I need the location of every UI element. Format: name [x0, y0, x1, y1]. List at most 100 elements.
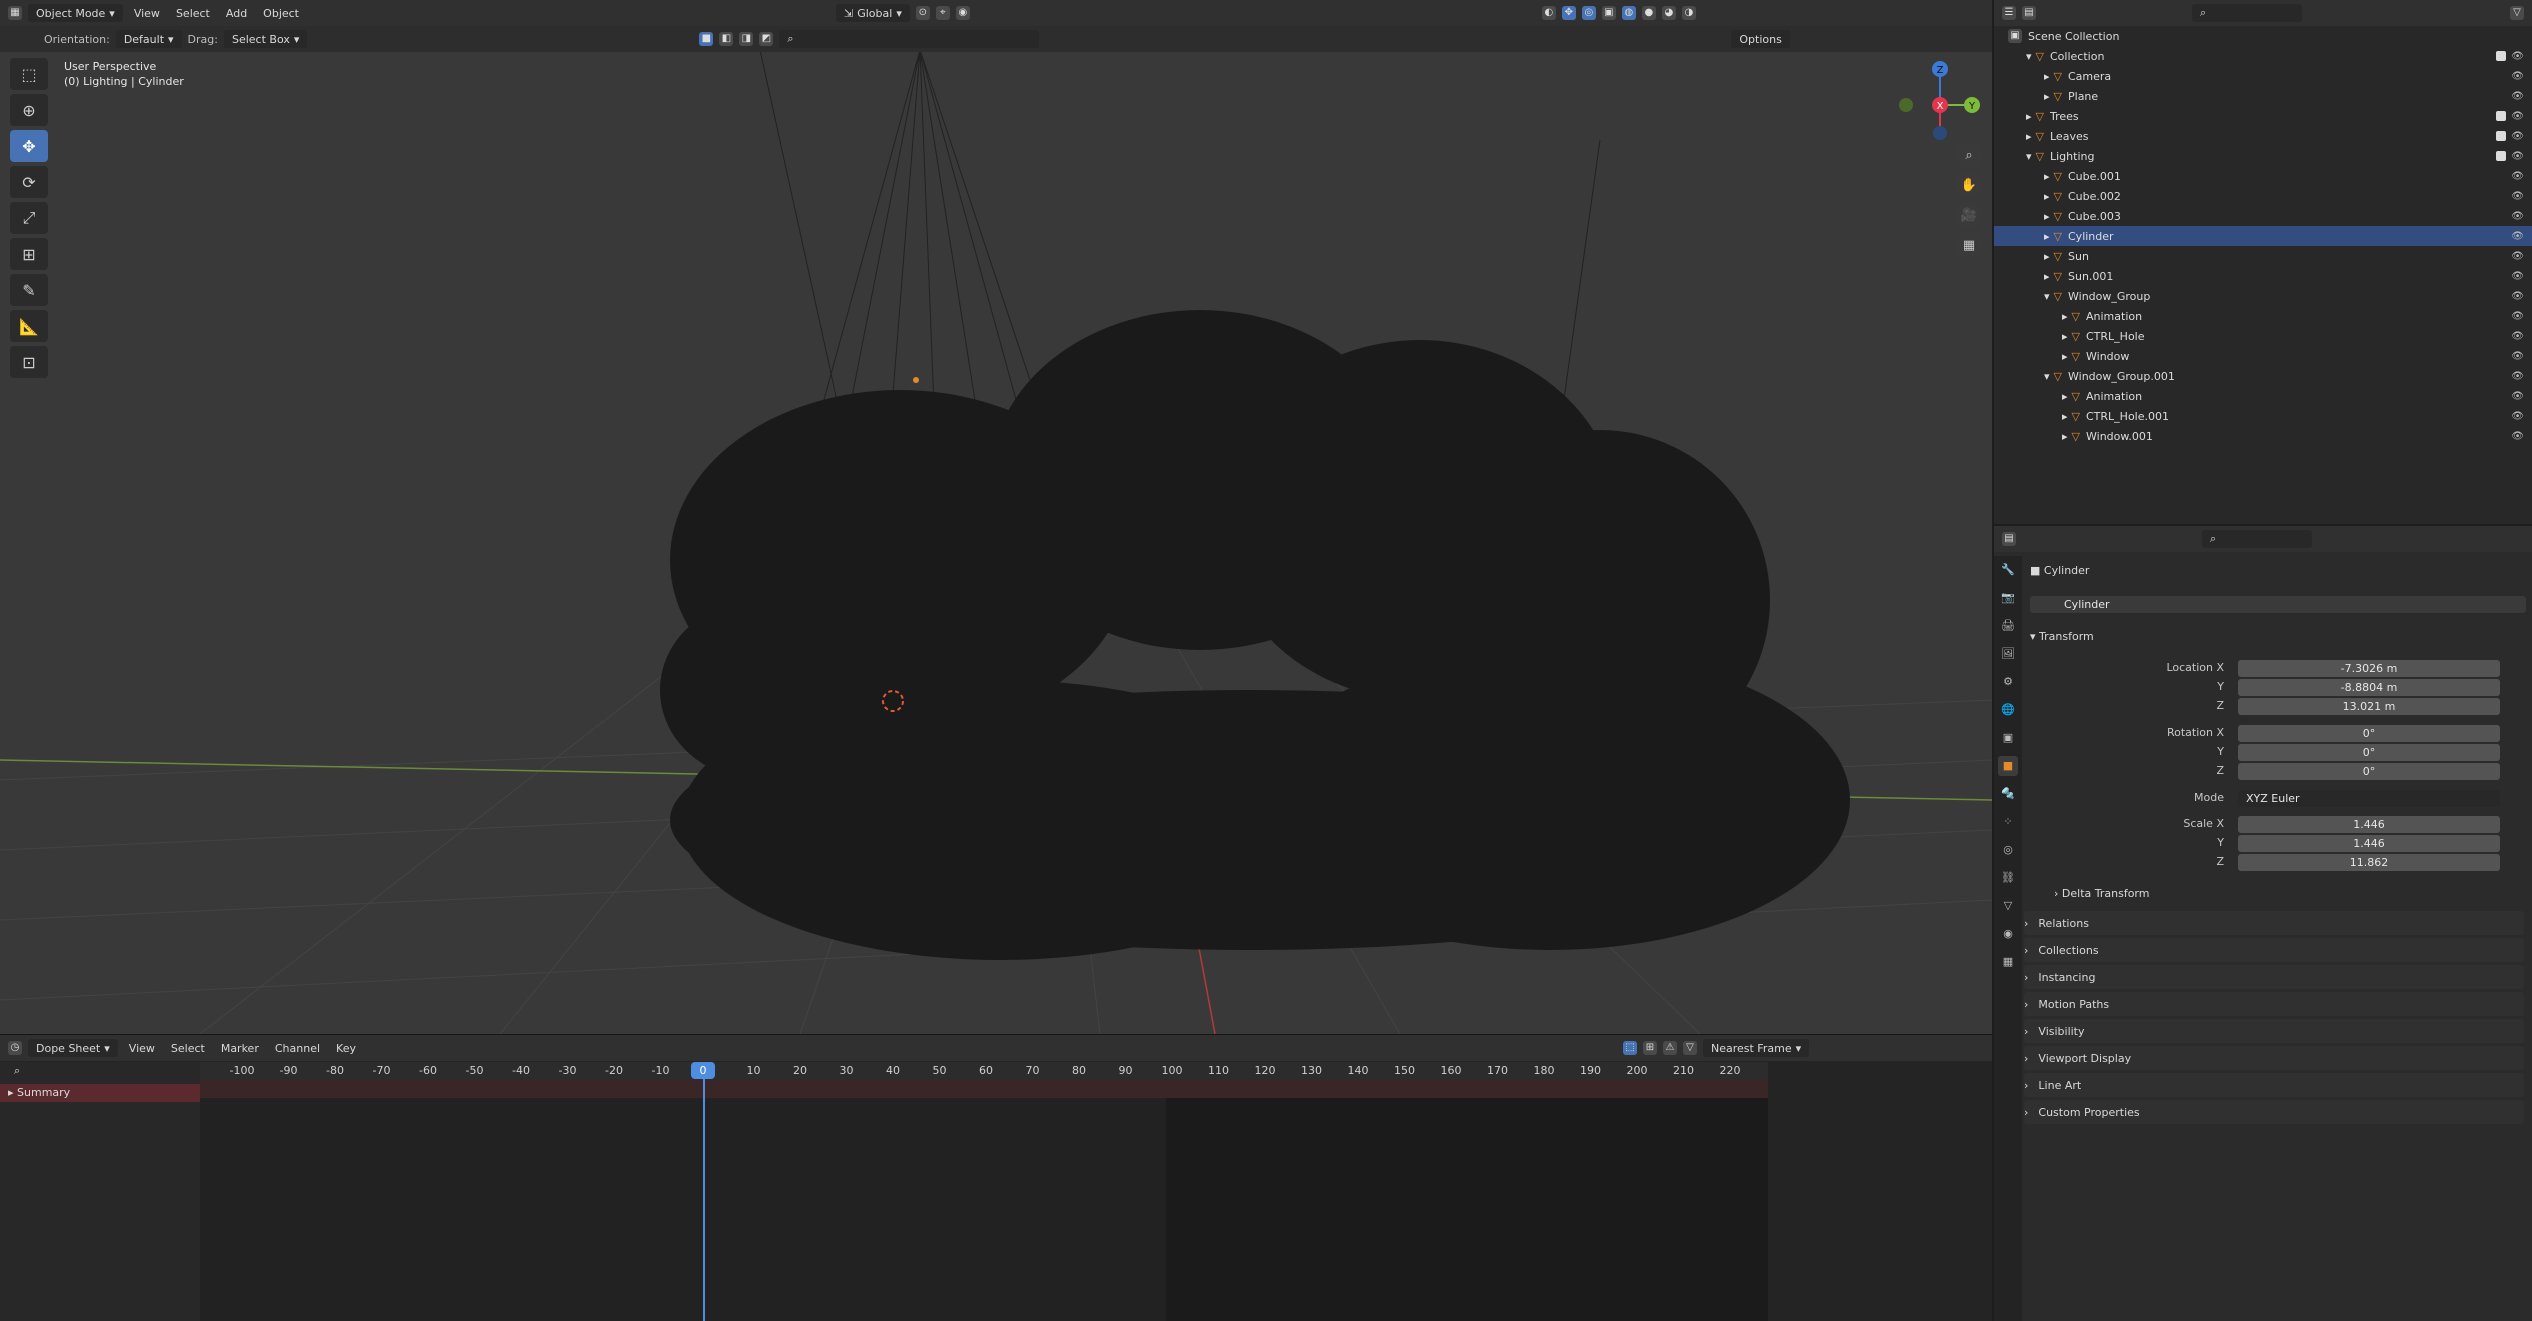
transform-tool[interactable]: ⊞: [10, 238, 48, 270]
pivot-icon[interactable]: ⊙: [915, 6, 930, 20]
disclosure-icon[interactable]: ▸: [2044, 230, 2050, 243]
options-button[interactable]: Options: [1731, 30, 1790, 48]
outliner-item[interactable]: ▸ ▽ Plane 👁: [1994, 86, 2532, 106]
viewport-scene[interactable]: [0, 0, 1992, 1034]
outliner-filter-icon[interactable]: ▽: [2510, 6, 2524, 20]
shading-solid-icon[interactable]: ●: [1641, 6, 1656, 20]
outliner-item[interactable]: ▸ ▽ Cube.003 👁: [1994, 206, 2532, 226]
select-subtract-icon[interactable]: ◨: [739, 32, 754, 46]
ortho-grid-icon[interactable]: ▦: [1956, 232, 1982, 258]
dope-sheet-editor[interactable]: ◷ Dope Sheet ▾ View Select Marker Channe…: [0, 1034, 1992, 1321]
modifier-tab-icon[interactable]: 🔩: [1998, 784, 2018, 804]
rotation-y-field[interactable]: 0°: [2238, 744, 2500, 761]
drag-selector[interactable]: Select Box ▾: [223, 30, 308, 48]
outliner-item[interactable]: ▸ ▽ Window.001 👁: [1994, 426, 2532, 446]
scale-z-field[interactable]: 11.862: [2238, 854, 2500, 871]
disclosure-icon[interactable]: ▸: [2044, 70, 2050, 83]
pan-icon[interactable]: ✋: [1956, 172, 1982, 198]
disclosure-icon[interactable]: ▸: [2062, 350, 2068, 363]
rotation-x-field[interactable]: 0°: [2238, 725, 2500, 742]
show-hidden-icon[interactable]: ⊞: [1642, 1041, 1657, 1055]
visibility-eye-icon[interactable]: 👁: [2511, 191, 2524, 202]
3d-viewport[interactable]: ▦ Object Mode ▾ View Select Add Object ⇲…: [0, 0, 1992, 1034]
output-tab-icon[interactable]: 🖨: [1998, 616, 2018, 636]
outliner-item[interactable]: ▸ ▽ Sun 👁: [1994, 246, 2532, 266]
material-tab-icon[interactable]: ◉: [1998, 924, 2018, 944]
dope-editor-type-icon[interactable]: ◷: [8, 1041, 22, 1055]
viewport-search-input[interactable]: ⌕: [779, 30, 1040, 48]
outliner-editor-icon[interactable]: ☰: [2002, 6, 2016, 20]
property-panel[interactable]: › Custom Properties: [2024, 1100, 2524, 1124]
snap-icon[interactable]: ⌖: [935, 6, 950, 20]
playhead[interactable]: [703, 1062, 705, 1321]
rotation-z-field[interactable]: 0°: [2238, 763, 2500, 780]
dope-menu-channel[interactable]: Channel: [270, 1039, 325, 1057]
outliner-item[interactable]: ▸ ▽ Camera 👁: [1994, 66, 2532, 86]
proportional-edit-icon[interactable]: ◉: [955, 6, 970, 20]
filter-icon[interactable]: ▽: [1682, 1041, 1697, 1055]
location-y-field[interactable]: -8.8804 m: [2238, 679, 2500, 696]
annotate-tool[interactable]: ✎: [10, 274, 48, 306]
outliner-item[interactable]: ▸ ▽ Cube.001 👁: [1994, 166, 2532, 186]
property-panel[interactable]: › Relations: [2024, 911, 2524, 935]
shading-wireframe-icon[interactable]: ◍: [1621, 6, 1636, 20]
select-extend-icon[interactable]: ◧: [719, 32, 734, 46]
outliner-item[interactable]: ▾ ▽ Collection 👁: [1994, 46, 2532, 66]
xray-icon[interactable]: ▣: [1601, 6, 1616, 20]
scene-collection-row[interactable]: ▣ Scene Collection: [1994, 26, 2532, 46]
disclosure-icon[interactable]: ▸: [2062, 310, 2068, 323]
cursor-tool[interactable]: ⊕: [10, 94, 48, 126]
object-tab-icon[interactable]: ■: [1998, 756, 2018, 776]
world-tab-icon[interactable]: 🌐: [1998, 700, 2018, 720]
display-mode-icon[interactable]: ▤: [2022, 6, 2036, 20]
outliner-item[interactable]: ▸ ▽ Sun.001 👁: [1994, 266, 2532, 286]
property-panel[interactable]: › Collections: [2024, 938, 2524, 962]
visibility-eye-icon[interactable]: 👁: [2511, 131, 2524, 142]
disclosure-icon[interactable]: ▸: [2026, 110, 2032, 123]
exclude-checkbox[interactable]: [2496, 51, 2506, 61]
particles-tab-icon[interactable]: ⁘: [1998, 812, 2018, 832]
select-box-tool[interactable]: ⬚: [10, 58, 48, 90]
disclosure-icon[interactable]: ▸: [2044, 250, 2050, 263]
dope-menu-marker[interactable]: Marker: [216, 1039, 264, 1057]
outliner-item[interactable]: ▸ ▽ Animation 👁: [1994, 306, 2532, 326]
select-invert-icon[interactable]: ◩: [759, 32, 774, 46]
tool-tab-icon[interactable]: 🔧: [1998, 560, 2018, 580]
visibility-eye-icon[interactable]: 👁: [2511, 291, 2524, 302]
disclosure-icon[interactable]: ▸: [2044, 170, 2050, 183]
measure-tool[interactable]: 📐: [10, 310, 48, 342]
visibility-eye-icon[interactable]: 👁: [2511, 151, 2524, 162]
zoom-icon[interactable]: ⌕: [1956, 142, 1982, 168]
data-tab-icon[interactable]: ▽: [1998, 896, 2018, 916]
add-cube-tool[interactable]: ⊡: [10, 346, 48, 378]
outliner-item[interactable]: ▸ ▽ Window 👁: [1994, 346, 2532, 366]
properties-editor[interactable]: ▤ ⌕ 🔧 📷 🖨 🖼 ⚙ 🌐 ▣ ■ 🔩 ⁘ ◎ ⛓ ▽ ◉ ▦ ■ Cyli…: [1994, 526, 2532, 1321]
visibility-eye-icon[interactable]: 👁: [2511, 251, 2524, 262]
location-x-field[interactable]: -7.3026 m: [2238, 660, 2500, 677]
dope-menu-key[interactable]: Key: [331, 1039, 361, 1057]
outliner-item[interactable]: ▸ ▽ Trees 👁: [1994, 106, 2532, 126]
visibility-eye-icon[interactable]: 👁: [2511, 391, 2524, 402]
visibility-icon[interactable]: ◐: [1541, 6, 1556, 20]
disclosure-icon[interactable]: ▾: [2026, 150, 2032, 163]
disclosure-icon[interactable]: ▸: [2044, 190, 2050, 203]
disclosure-icon[interactable]: ▾: [2044, 290, 2050, 303]
visibility-eye-icon[interactable]: 👁: [2511, 371, 2524, 382]
dope-mode-selector[interactable]: Dope Sheet ▾: [28, 1039, 118, 1057]
render-tab-icon[interactable]: 📷: [1998, 588, 2018, 608]
outliner-item[interactable]: ▸ ▽ Leaves 👁: [1994, 126, 2532, 146]
menu-view[interactable]: View: [129, 4, 165, 22]
transform-panel-header[interactable]: ▾ Transform: [2030, 630, 2094, 643]
properties-editor-icon[interactable]: ▤: [2002, 532, 2016, 546]
gizmo-icon[interactable]: ✥: [1561, 6, 1576, 20]
outliner-item[interactable]: ▸ ▽ Cube.002 👁: [1994, 186, 2532, 206]
scale-x-field[interactable]: 1.446: [2238, 816, 2500, 833]
outliner-item[interactable]: ▾ ▽ Lighting 👁: [1994, 146, 2532, 166]
disclosure-icon[interactable]: ▸: [2062, 390, 2068, 403]
collection-tab-icon[interactable]: ▣: [1998, 728, 2018, 748]
visibility-eye-icon[interactable]: 👁: [2511, 171, 2524, 182]
object-name-field[interactable]: Cylinder: [2030, 596, 2526, 613]
dope-menu-view[interactable]: View: [124, 1039, 160, 1057]
disclosure-icon[interactable]: ▸: [2062, 330, 2068, 343]
outliner-item[interactable]: ▾ ▽ Window_Group.001 👁: [1994, 366, 2532, 386]
